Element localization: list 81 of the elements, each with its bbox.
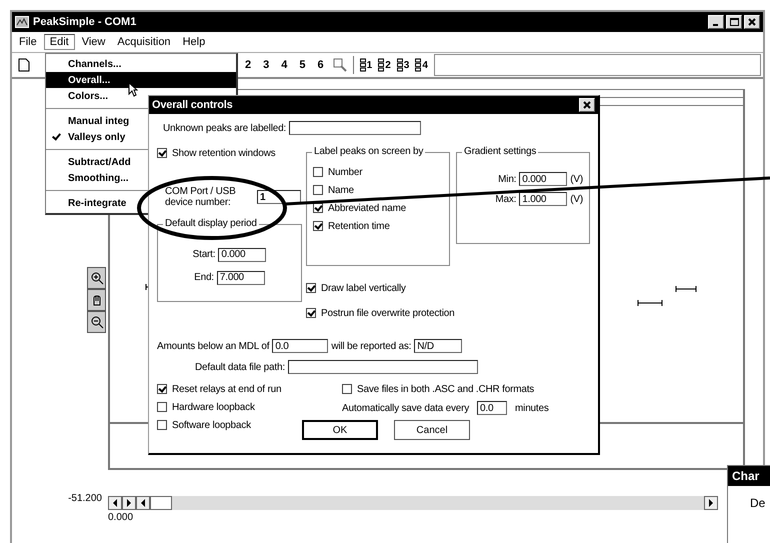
channel-stack-button[interactable]: 3 (396, 58, 410, 72)
window-title: PeakSimple - COM1 (33, 16, 136, 28)
scroll-right-button[interactable] (122, 496, 136, 510)
com-port-label: COM Port / USB device number: (165, 186, 237, 208)
label-option-checkbox[interactable]: Name (313, 182, 354, 198)
field-label: will be reported as: (331, 340, 412, 352)
channel-number-button[interactable]: 4 (278, 59, 290, 71)
group-title: Gradient settings (462, 146, 538, 157)
mdl-input[interactable]: 0.0 (272, 339, 328, 353)
x-axis-label: 0.000 (108, 512, 134, 523)
unit-label: (V) (570, 194, 583, 204)
zoom-out-icon[interactable] (87, 311, 106, 333)
peak-window-marker (637, 300, 663, 306)
hand-icon[interactable] (87, 289, 106, 311)
autosave-input[interactable]: 0.0 (477, 401, 508, 415)
menu-item[interactable]: View (76, 35, 110, 49)
y-axis-label: -51.200 (68, 493, 102, 504)
field-label: End: (194, 272, 214, 283)
cancel-button[interactable]: Cancel (394, 420, 470, 440)
group-title: Label peaks on screen by (312, 146, 426, 157)
close-icon[interactable] (583, 101, 591, 109)
menu-item[interactable]: Channels... (46, 56, 236, 72)
ok-button[interactable]: OK (302, 420, 378, 440)
scrollbar-thumb[interactable] (150, 496, 172, 510)
end-input[interactable]: 7.000 (216, 270, 265, 284)
label-option-checkbox[interactable]: Abbreviated name (313, 200, 406, 216)
reported-as-input[interactable]: N/D (414, 339, 462, 353)
data-path-input[interactable] (288, 360, 478, 374)
new-document-icon[interactable] (18, 58, 30, 72)
option-checkbox[interactable]: Software loopback (157, 417, 251, 433)
zoom-in-icon[interactable] (87, 267, 106, 289)
close-button[interactable] (579, 98, 595, 112)
zoom-icon[interactable] (332, 58, 347, 72)
field-label: De (749, 495, 766, 510)
maximize-button[interactable] (726, 15, 742, 29)
draw-label-vertically-checkbox[interactable]: Draw label vertically (306, 280, 406, 296)
maximize-icon[interactable] (730, 18, 738, 26)
dialog-title: Overall controls (152, 99, 233, 111)
menu-item[interactable]: File (14, 35, 42, 49)
field-label: Default data file path: (195, 362, 285, 372)
menu-item[interactable]: Overall... (46, 72, 236, 88)
menu-item[interactable]: Acquisition (112, 35, 176, 49)
scroll-right-button[interactable] (704, 496, 718, 510)
field-label: Max: (495, 194, 516, 204)
start-input[interactable]: 0.000 (218, 248, 266, 262)
unit-label: (V) (570, 174, 583, 184)
label-option-checkbox[interactable]: Number (313, 164, 362, 180)
mouse-cursor-icon (128, 82, 138, 97)
label-option-checkbox[interactable]: Retention time (313, 218, 390, 234)
channel-number-button[interactable]: 6 (314, 59, 327, 71)
unknown-peaks-input[interactable] (289, 121, 422, 135)
option-checkbox[interactable]: Reset relays at end of run (157, 381, 282, 397)
peak-window-marker (675, 286, 697, 292)
channel-number-button[interactable]: 5 (296, 59, 308, 71)
max-input[interactable]: 1.000 (519, 192, 568, 206)
menu-item[interactable]: Edit (44, 34, 75, 50)
overwrite-protection-checkbox[interactable]: Postrun file overwrite protection (306, 305, 454, 321)
channel-stack-button[interactable]: 2 (378, 58, 391, 72)
channel-stack-button[interactable]: 1 (360, 58, 372, 72)
field-label: Automatically save data every (342, 402, 470, 414)
close-icon[interactable] (748, 18, 756, 26)
save-both-formats-checkbox[interactable]: Save files in both .ASC and .CHR formats (302, 381, 534, 397)
min-input[interactable]: 0.000 (519, 172, 568, 186)
channel-number-button[interactable]: 3 (260, 59, 272, 71)
field-label: Amounts below an MDL of (157, 340, 270, 352)
field-label: Start: (192, 249, 216, 260)
close-button[interactable] (744, 15, 760, 29)
app-icon (15, 16, 29, 28)
field-label: Min: (498, 174, 516, 184)
menu-item[interactable]: Help (178, 35, 210, 49)
field-label: Unknown peaks are labelled: (163, 122, 286, 134)
minimize-button[interactable] (708, 15, 724, 29)
scroll-left-button[interactable] (136, 496, 150, 510)
scroll-left-button[interactable] (108, 496, 122, 510)
window-title: Char (728, 466, 770, 486)
channel-stack-button[interactable]: 4 (415, 58, 428, 72)
option-checkbox[interactable]: Hardware loopback (157, 399, 255, 415)
group-title: Default display period (163, 218, 259, 229)
channel-number-button[interactable]: 2 (242, 59, 254, 71)
unit-label: minutes (515, 402, 549, 414)
show-retention-windows-checkbox[interactable]: Show retention windows (157, 145, 276, 161)
